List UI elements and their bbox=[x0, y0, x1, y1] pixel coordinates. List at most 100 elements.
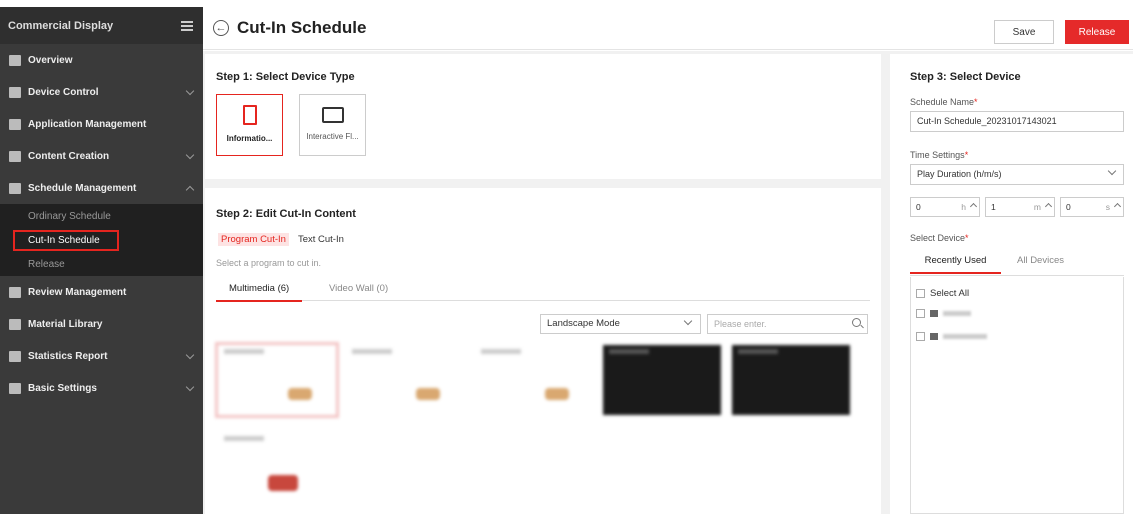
device-name bbox=[943, 334, 987, 339]
cut-in-type-tabs: Program Cut-In Text Cut-In bbox=[218, 233, 347, 246]
sidebar-item-overview[interactable]: Overview bbox=[0, 44, 203, 76]
step2-title: Step 2: Edit Cut-In Content bbox=[216, 208, 356, 220]
display-portrait-icon bbox=[242, 105, 257, 125]
device-type-label: Interactive Fl... bbox=[306, 132, 359, 141]
sidebar-item-label: Statistics Report bbox=[28, 350, 108, 362]
tab-recently-used[interactable]: Recently Used bbox=[910, 255, 1001, 274]
sidebar-item-label: Basic Settings bbox=[28, 382, 97, 394]
list-item[interactable] bbox=[916, 332, 987, 341]
sidebar-item-review-management[interactable]: Review Management bbox=[0, 276, 203, 308]
chevron-up-icon[interactable] bbox=[1044, 202, 1053, 211]
chevron-up-icon[interactable] bbox=[969, 202, 978, 211]
sidebar-item-material-library[interactable]: Material Library bbox=[0, 308, 203, 340]
device-type-label: Informatio... bbox=[226, 134, 273, 143]
schedule-name-field[interactable]: Cut-In Schedule_20231017143021 bbox=[910, 111, 1124, 132]
sidebar-item-basic-settings[interactable]: Basic Settings bbox=[0, 372, 203, 404]
sidebar-item-content-creation[interactable]: Content Creation bbox=[0, 140, 203, 172]
tab-all-devices[interactable]: All Devices bbox=[1017, 255, 1064, 266]
search-input[interactable]: Please enter. bbox=[707, 314, 868, 334]
select-all-checkbox[interactable] bbox=[916, 289, 925, 298]
release-button[interactable]: Release bbox=[1065, 20, 1129, 44]
step3-title: Step 3: Select Device bbox=[910, 71, 1021, 83]
list-item[interactable] bbox=[916, 309, 971, 318]
sidebar-item-label: Schedule Management bbox=[28, 182, 137, 194]
device-list: Select All bbox=[910, 277, 1124, 514]
step1-title: Step 1: Select Device Type bbox=[216, 71, 355, 83]
back-arrow-icon[interactable]: ← bbox=[213, 20, 229, 36]
monitor-icon bbox=[9, 54, 21, 66]
sidebar-item-label: Overview bbox=[28, 54, 73, 66]
device-type-information[interactable]: Informatio... bbox=[216, 94, 283, 156]
select-all-row[interactable]: Select All bbox=[916, 288, 969, 299]
display-landscape-icon bbox=[321, 107, 344, 123]
monitor-icon bbox=[930, 310, 938, 317]
minutes-stepper[interactable]: 1m bbox=[985, 197, 1055, 217]
hours-stepper[interactable]: 0h bbox=[910, 197, 980, 217]
tab-program-cut-in[interactable]: Program Cut-In bbox=[218, 233, 289, 246]
orientation-select[interactable]: Landscape Mode bbox=[540, 314, 701, 334]
sidebar-subitem-cut-in-schedule[interactable]: Cut-In Schedule bbox=[0, 228, 203, 252]
time-settings-value: Play Duration (h/m/s) bbox=[917, 169, 1002, 179]
program-thumbnail[interactable] bbox=[732, 345, 850, 415]
sidebar-item-label: Device Control bbox=[28, 86, 99, 98]
sidebar-item-statistics-report[interactable]: Statistics Report bbox=[0, 340, 203, 372]
chevron-down-icon bbox=[1107, 166, 1117, 176]
sidebar-item-label: Review Management bbox=[28, 286, 127, 298]
chevron-down-icon bbox=[185, 350, 195, 359]
page-title: Cut-In Schedule bbox=[237, 18, 367, 37]
seconds-stepper[interactable]: 0s bbox=[1060, 197, 1124, 217]
top-strip bbox=[0, 0, 1133, 7]
device-checkbox[interactable] bbox=[916, 332, 925, 341]
sidebar-item-device-control[interactable]: Device Control bbox=[0, 76, 203, 108]
app-icon bbox=[9, 118, 21, 130]
device-name bbox=[943, 311, 971, 316]
chevron-down-icon bbox=[185, 150, 195, 159]
sidebar-item-label: Material Library bbox=[28, 318, 103, 330]
report-icon bbox=[9, 350, 21, 362]
chevron-down-icon bbox=[683, 316, 693, 326]
device-checkbox[interactable] bbox=[916, 309, 925, 318]
program-thumbnail[interactable] bbox=[346, 345, 464, 415]
device-type-interactive[interactable]: Interactive Fl... bbox=[299, 94, 366, 156]
tab-video-wall[interactable]: Video Wall (0) bbox=[329, 283, 388, 294]
library-icon bbox=[9, 318, 21, 330]
chevron-up-icon[interactable] bbox=[1113, 202, 1122, 211]
select-all-label: Select All bbox=[930, 288, 970, 299]
time-settings-label: Time Settings* bbox=[910, 150, 969, 160]
sidebar-item-label: Content Creation bbox=[28, 150, 110, 162]
sidebar-item-schedule-management[interactable]: Schedule Management bbox=[0, 172, 203, 204]
select-device-label: Select Device* bbox=[910, 233, 969, 243]
schedule-submenu: Ordinary Schedule Cut-In Schedule Releas… bbox=[0, 204, 203, 276]
sidebar-item-application-management[interactable]: Application Management bbox=[0, 108, 203, 140]
review-icon bbox=[9, 286, 21, 298]
program-thumbnail[interactable] bbox=[475, 345, 593, 415]
page-header: ← Cut-In Schedule Save Release bbox=[203, 7, 1133, 50]
settings-icon bbox=[9, 382, 21, 394]
calendar-icon bbox=[9, 182, 21, 194]
content-icon bbox=[9, 150, 21, 162]
orientation-value: Landscape Mode bbox=[547, 318, 620, 329]
app-title: Commercial Display bbox=[8, 19, 114, 32]
chevron-up-icon bbox=[185, 185, 195, 194]
sidebar: Commercial Display Overview Device Contr… bbox=[0, 7, 203, 514]
chevron-down-icon bbox=[185, 86, 195, 95]
program-thumbnail[interactable] bbox=[603, 345, 721, 415]
save-button[interactable]: Save bbox=[994, 20, 1054, 44]
chevron-down-icon bbox=[185, 382, 195, 391]
tab-multimedia[interactable]: Multimedia (6) bbox=[216, 283, 303, 302]
sidebar-item-label: Application Management bbox=[28, 118, 147, 130]
device-icon bbox=[9, 86, 21, 98]
tab-text-cut-in[interactable]: Text Cut-In bbox=[295, 233, 347, 246]
schedule-name-label: Schedule Name* bbox=[910, 97, 978, 107]
program-thumbnail[interactable] bbox=[218, 432, 336, 504]
collapse-menu-icon[interactable] bbox=[181, 20, 193, 31]
sidebar-subitem-ordinary-schedule[interactable]: Ordinary Schedule bbox=[0, 204, 203, 228]
monitor-icon bbox=[930, 333, 938, 340]
sidebar-header: Commercial Display bbox=[0, 7, 203, 44]
time-settings-select[interactable]: Play Duration (h/m/s) bbox=[910, 164, 1124, 185]
program-thumbnail[interactable] bbox=[215, 342, 339, 418]
search-icon[interactable] bbox=[852, 318, 861, 327]
device-tabs: Recently Used All Devices bbox=[910, 253, 1124, 276]
sidebar-subitem-release[interactable]: Release bbox=[0, 252, 203, 276]
content-tabs: Multimedia (6) Video Wall (0) bbox=[216, 280, 870, 302]
